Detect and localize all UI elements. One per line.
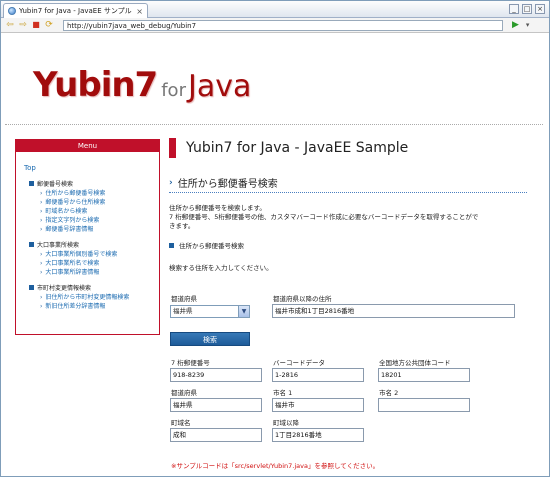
- city1-label: 市名 1: [273, 389, 293, 397]
- title-accent-bar: [169, 138, 176, 158]
- tab-bar: Yubin7 for Java - JavaEE サンプル × _ □ ×: [1, 1, 549, 18]
- arrow-icon: ›: [40, 294, 43, 301]
- chevron-right-icon: ›: [169, 177, 173, 188]
- menu-item[interactable]: › 郵便番号辞書情報: [40, 226, 159, 233]
- browser-window: Yubin7 for Java - JavaEE サンプル × _ □ × ⇦ …: [0, 0, 550, 477]
- site-header: Yubin7 forJava: [5, 35, 543, 125]
- menu-arrow-icon[interactable]: ▾: [526, 21, 530, 29]
- page-content: Yubin7 forJava Menu Top 郵便番号検索 › 住所から郵便番号検…: [5, 35, 543, 474]
- city2-field[interactable]: [378, 398, 470, 412]
- menu-section: 郵便番号検索: [29, 179, 159, 188]
- result-pref-field[interactable]: 福井県: [170, 398, 262, 412]
- menu-item[interactable]: › 新旧住所差分辞書情報: [40, 303, 159, 310]
- window-controls: _ □ ×: [509, 4, 545, 14]
- subsection-heading: 住所から郵便番号検索: [169, 240, 539, 250]
- city2-label: 市名 2: [379, 389, 399, 397]
- square-bullet-icon: [29, 181, 34, 186]
- arrow-icon: ›: [40, 199, 43, 206]
- square-bullet-icon: [29, 285, 34, 290]
- section-heading: › 住所から郵便番号検索: [169, 175, 527, 193]
- tab-close-icon[interactable]: ×: [136, 7, 143, 16]
- site-logo: Yubin7 forJava: [33, 65, 252, 105]
- tab-title: Yubin7 for Java - JavaEE サンプル: [19, 7, 132, 15]
- square-bullet-icon: [29, 242, 34, 247]
- town-field[interactable]: 成和: [170, 428, 262, 442]
- zip7-field[interactable]: 918-8239: [170, 368, 262, 382]
- menu-item[interactable]: › 指定文字列から検索: [40, 217, 159, 224]
- menu-item[interactable]: › 大口事業所名で検索: [40, 260, 159, 267]
- refresh-icon[interactable]: ⟳: [44, 20, 54, 30]
- menu-header: Menu: [16, 140, 159, 152]
- menu-item[interactable]: › 大口事業所個別番号で検索: [40, 251, 159, 258]
- arrow-icon: ›: [40, 226, 43, 233]
- address-input[interactable]: 福井市成和1丁目2816番地: [272, 304, 515, 318]
- town-label: 町域名: [171, 419, 191, 427]
- stop-icon[interactable]: ■: [31, 20, 41, 30]
- prefecture-select[interactable]: 福井県 ▼: [170, 305, 250, 318]
- arrow-icon: ›: [40, 303, 43, 310]
- back-icon[interactable]: ⇦: [5, 20, 15, 30]
- main-content: Yubin7 for Java - JavaEE Sample › 住所から郵便…: [169, 137, 539, 272]
- arrow-icon: ›: [40, 208, 43, 215]
- globe-icon: [8, 7, 16, 15]
- code-field[interactable]: 18201: [378, 368, 470, 382]
- square-bullet-icon: [169, 242, 174, 248]
- menu-section: 市町村変更情報検索: [29, 283, 159, 292]
- minimize-button[interactable]: _: [509, 4, 519, 14]
- instruction-text: 検索する住所を入力してください。: [169, 264, 273, 272]
- menu-item[interactable]: › 住所から郵便番号検索: [40, 190, 159, 197]
- zip7-label: 7 桁郵便番号: [171, 359, 210, 367]
- forward-icon[interactable]: ⇨: [18, 20, 28, 30]
- close-button[interactable]: ×: [535, 4, 545, 14]
- prefecture-label: 都道府県: [171, 295, 197, 303]
- sample-code-note: ※サンプルコードは「src/servlet/Yubin7.java」を参照してく…: [171, 462, 380, 470]
- go-icon[interactable]: ▶: [512, 20, 519, 30]
- browser-tab[interactable]: Yubin7 for Java - JavaEE サンプル ×: [3, 3, 148, 18]
- menu-item[interactable]: › 大口事業所辞書情報: [40, 269, 159, 276]
- chevron-down-icon: ▼: [238, 306, 249, 317]
- maximize-button[interactable]: □: [522, 4, 532, 14]
- address-bar[interactable]: http://yubin7java_web_debug/Yubin7: [63, 19, 503, 31]
- menu-top-link[interactable]: Top: [24, 164, 159, 172]
- after-town-label: 町域以降: [273, 419, 299, 427]
- menu-item[interactable]: › 郵便番号から住所検索: [40, 199, 159, 206]
- menu-item[interactable]: › 町域名から検索: [40, 208, 159, 215]
- result-pref-label: 都道府県: [171, 389, 197, 397]
- barcode-field[interactable]: 1-2816: [272, 368, 364, 382]
- code-label: 全国地方公共団体コード: [379, 359, 451, 367]
- arrow-icon: ›: [40, 260, 43, 267]
- arrow-icon: ›: [40, 269, 43, 276]
- arrow-icon: ›: [40, 190, 43, 197]
- search-button[interactable]: 検索: [170, 332, 250, 346]
- city1-field[interactable]: 福井市: [272, 398, 364, 412]
- after-town-field[interactable]: 1丁目2816番地: [272, 428, 364, 442]
- arrow-icon: ›: [40, 217, 43, 224]
- menu-section: 大口事業所検索: [29, 240, 159, 249]
- address-label: 都道府県以降の住所: [273, 295, 332, 303]
- menu-item[interactable]: › 旧住所から市町村変更情報検索: [40, 294, 159, 301]
- sidebar-menu: Menu Top 郵便番号検索 › 住所から郵便番号検索 › 郵便番号から住所検索 …: [15, 139, 160, 335]
- barcode-label: バーコードデータ: [273, 359, 325, 367]
- page-title: Yubin7 for Java - JavaEE Sample: [169, 137, 539, 159]
- arrow-icon: ›: [40, 251, 43, 258]
- nav-bar: ⇦ ⇨ ■ ⟳ http://yubin7java_web_debug/Yubi…: [1, 18, 549, 33]
- description: 住所から郵便番号を検索します。 7 桁郵便番号、5桁郵便番号の他、カスタマバーコ…: [169, 204, 479, 230]
